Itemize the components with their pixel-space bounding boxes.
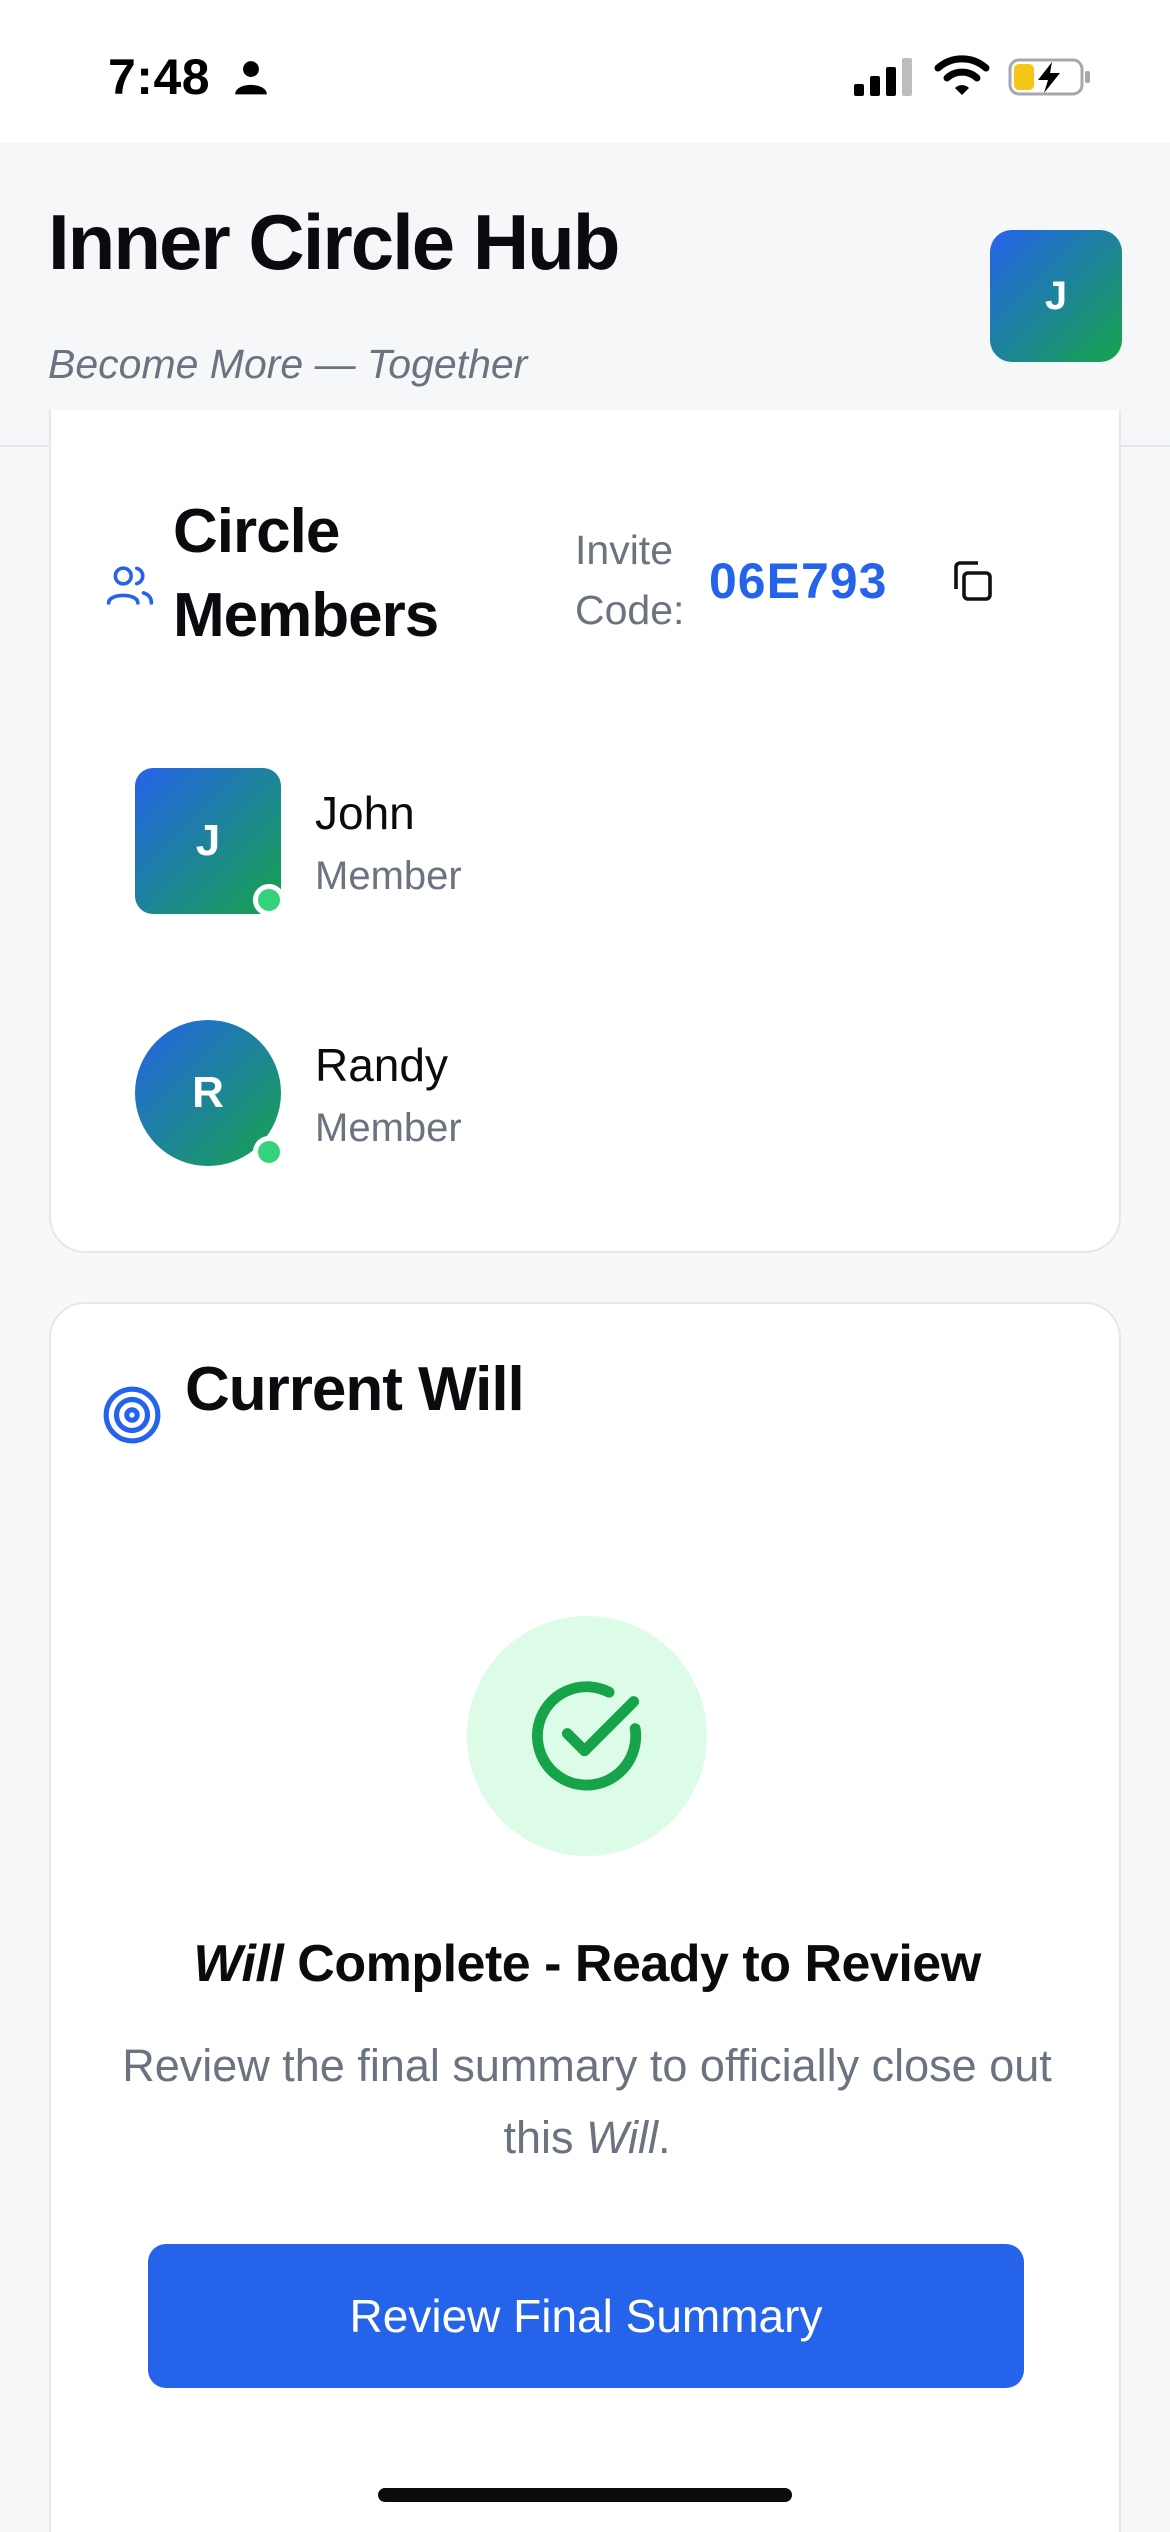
- online-status-indicator: [253, 1136, 285, 1168]
- invite-code-value: 06E793: [709, 553, 888, 609]
- battery-charging-icon: [1008, 58, 1090, 96]
- member-name: John: [315, 787, 415, 839]
- person-icon: [235, 61, 267, 95]
- review-final-summary-button[interactable]: Review Final Summary: [148, 2244, 1024, 2388]
- will-status-heading: Will Complete - Ready to Review: [51, 1934, 1123, 1994]
- wifi-icon: [934, 55, 990, 95]
- target-icon: [103, 1386, 161, 1444]
- app-header: Inner Circle Hub Become More — Together …: [0, 143, 1170, 447]
- member-item-randy[interactable]: R Randy Member: [135, 1020, 1035, 1170]
- member-role: Member: [315, 1106, 462, 1150]
- home-indicator[interactable]: [378, 2488, 792, 2502]
- will-description-end: .: [658, 2112, 671, 2163]
- invite-code-label: Invite Code:: [575, 527, 685, 633]
- circle-members-card: Circle Members Invite Code: 06E793 J Joh…: [49, 410, 1121, 1253]
- avatar-initial: J: [1044, 273, 1068, 318]
- circle-members-title: Circle Members: [173, 497, 439, 650]
- profile-avatar-button[interactable]: J: [990, 230, 1122, 362]
- status-time: 7:48: [108, 49, 211, 105]
- avatar-initial: J: [195, 816, 221, 865]
- will-description: Review the final summary to officially c…: [91, 2030, 1083, 2174]
- current-will-title: Current Will: [185, 1355, 525, 1424]
- users-icon: [106, 566, 154, 605]
- current-will-card: Current Will Will Complete - Ready to Re…: [49, 1302, 1121, 2532]
- member-name: Randy: [315, 1039, 448, 1091]
- member-item-john[interactable]: J John Member: [135, 768, 1035, 918]
- will-status-text: Complete - Ready to Review: [283, 1935, 981, 1993]
- avatar-initial: R: [192, 1068, 224, 1117]
- page-title: Inner Circle Hub: [48, 198, 620, 286]
- app-screen: 7:48 Inner Circle Hub Become More — Toge…: [0, 0, 1170, 2532]
- will-description-emphasis: Will: [585, 2112, 659, 2163]
- app-tagline: Become More — Together: [48, 341, 528, 387]
- online-status-indicator: [253, 884, 285, 916]
- member-role: Member: [315, 854, 462, 898]
- copy-invite-code-button[interactable]: [943, 552, 1001, 610]
- status-bar: 7:48: [0, 0, 1170, 143]
- signal-icon: [854, 58, 912, 96]
- will-emphasis: Will: [193, 1935, 284, 1993]
- check-circle-icon: [467, 1616, 707, 1856]
- copy-icon: [954, 561, 992, 601]
